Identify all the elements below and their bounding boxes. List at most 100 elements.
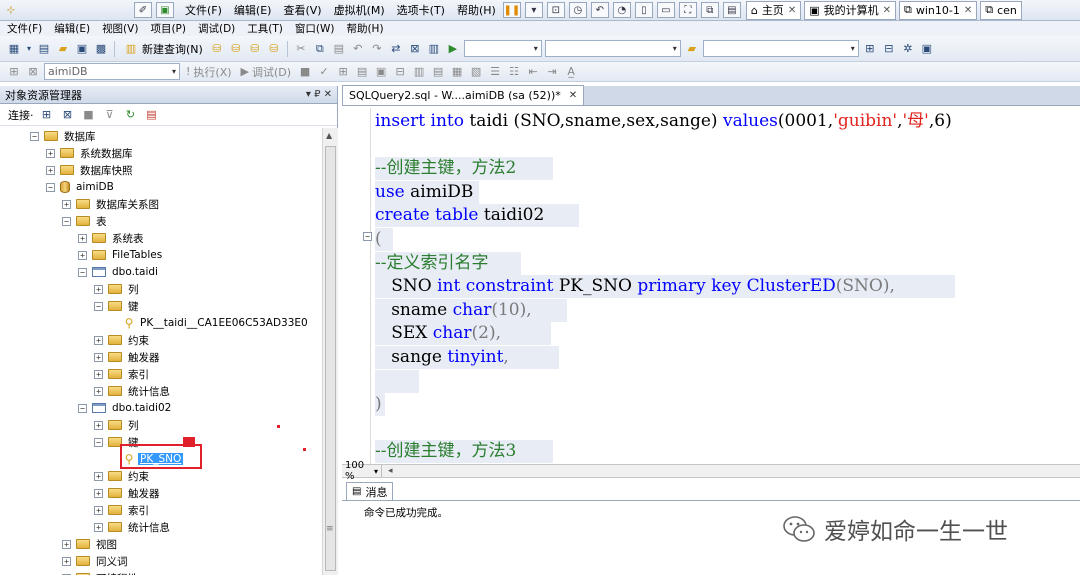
expand-icon[interactable]: + [94,505,103,515]
collapse-icon[interactable]: − [94,301,103,311]
object-explorer-icon[interactable]: ⊟ [881,41,897,57]
solution-platform-select[interactable]: ▾ [544,40,681,57]
zoom-select[interactable]: 100 % ▾ [342,460,382,482]
intellisense-icon[interactable]: ▣ [373,64,389,80]
menu-item[interactable]: 帮助(H) [341,22,388,36]
execute-button[interactable]: ! 执行(X) [183,64,235,80]
decrease-indent-icon[interactable]: ⇤ [525,64,541,80]
expand-icon[interactable]: + [62,199,71,209]
vm-tab-my-computer[interactable]: ▣ 我的计算机 ✕ [804,0,896,20]
tree-node[interactable]: + 触发器 [94,485,162,501]
connect-button[interactable]: 连接· [8,107,34,123]
tree-node[interactable]: + 系统数据库 [46,145,135,161]
increase-indent-icon[interactable]: ⇥ [544,64,560,80]
tab-messages[interactable]: ▤ 消息 [346,482,394,500]
expand-icon[interactable]: + [94,352,103,362]
results-grid-icon[interactable]: ▦ [449,64,465,80]
expand-icon[interactable]: + [78,233,87,243]
menu-item[interactable]: 编辑(E) [49,22,95,36]
save-icon[interactable]: ▣ [74,41,90,57]
uncomment-icon[interactable]: ☷ [506,64,522,80]
navigate-icon[interactable]: ⇄ [388,41,404,57]
disconnect-icon[interactable]: ⊠ [60,107,76,123]
connect-icon[interactable]: ⊞ [6,64,22,80]
vm-menu-item[interactable]: 虚拟机(M) [329,2,390,18]
tree-node[interactable]: +可编程性 [62,570,140,575]
options-icon[interactable]: ▣ [919,41,935,57]
tree-node[interactable]: + 索引 [94,502,151,518]
new-project-icon[interactable]: ▦ [6,41,22,57]
close-icon[interactable]: ✕ [964,5,972,16]
filter-icon[interactable]: ⊽ [102,107,118,123]
tree-node[interactable]: − 键 [94,298,141,314]
expand-icon[interactable]: + [78,250,87,260]
results-text-icon[interactable]: ▤ [430,64,446,80]
close-icon[interactable]: ✕ [569,90,577,101]
results-file-icon[interactable]: ▧ [468,64,484,80]
menu-item[interactable]: 视图(V) [97,22,143,36]
tree-node[interactable]: − dbo.taidi [78,264,160,280]
tree-node[interactable]: − aimiDB [46,179,116,195]
query-designer-icon[interactable]: ▤ [354,64,370,80]
expand-icon[interactable]: + [94,335,103,345]
close-icon[interactable]: ✕ [883,5,891,16]
close-icon[interactable]: ✕ [788,5,796,16]
vm-menu-item[interactable]: 选项卡(T) [392,2,450,18]
unity-icon[interactable]: ⧉ [700,2,719,18]
tree-node[interactable]: − 表 [62,213,109,229]
client-stats-icon[interactable]: ▥ [411,64,427,80]
paste-icon[interactable]: ▤ [331,41,347,57]
tree-node[interactable]: + 视图 [62,536,119,552]
expand-icon[interactable]: + [62,556,71,566]
expand-icon[interactable]: + [94,420,103,430]
revert-snapshot-icon[interactable]: ↶ [590,2,609,18]
analysis-query-icon[interactable]: ⛁ [228,41,244,57]
find-combo[interactable]: ▾ [702,40,859,57]
tree-node[interactable]: + 统计信息 [94,519,172,535]
pin-icon[interactable]: ✐ [134,2,152,18]
expand-icon[interactable]: + [94,488,103,498]
save-all-icon[interactable]: ▩ [93,41,109,57]
activity-monitor-icon[interactable]: ▤ [144,107,160,123]
collapse-icon[interactable]: − [78,403,87,413]
tree-node[interactable]: + 约束 [94,332,151,348]
parse-icon[interactable]: ✓ [316,64,332,80]
stop-icon[interactable]: ■ [297,64,313,80]
start-icon[interactable]: ▶ [445,41,461,57]
scrollbar-thumb[interactable] [325,146,336,571]
expand-icon[interactable]: + [94,522,103,532]
dropdown-icon[interactable]: ▾ [524,2,543,18]
add-item-icon[interactable]: ▤ [36,41,52,57]
vm-tab-cen[interactable]: ⧉ cen [980,0,1022,20]
expand-icon[interactable]: + [46,148,55,158]
manage-snapshot-icon[interactable]: ◔ [612,2,631,18]
vm-menu-item[interactable]: 查看(V) [278,2,326,18]
tree-node[interactable]: − 数据库 [30,128,98,144]
expand-icon[interactable]: + [94,471,103,481]
vm-menu-item[interactable]: 文件(F) [180,2,227,18]
find-in-files-icon[interactable]: ▰ [684,41,700,57]
dropdown-icon[interactable]: ▾ [25,41,33,57]
new-query-button[interactable]: ▥ 新建查询(N) [120,41,206,57]
tree-node[interactable]: − dbo.taidi02 [78,400,173,416]
collapse-icon[interactable]: − [30,131,39,141]
tab-sqlquery2[interactable]: SQLQuery2.sql - W....aimiDB (sa (52))* ✕ [342,85,585,105]
connect-engine-icon[interactable]: ⊞ [39,107,55,123]
network-icon[interactable]: ⊡ [546,2,565,18]
panel-controls[interactable]: ▾ ₽ ✕ [306,89,332,100]
tree-node[interactable]: + 列 [94,417,141,433]
display-plan-icon[interactable]: ⊞ [335,64,351,80]
include-plan-icon[interactable]: ⊟ [392,64,408,80]
vm-menu-item[interactable]: 帮助(H) [452,2,501,18]
library-icon[interactable]: ▤ [722,2,741,18]
copy-icon[interactable]: ⧉ [312,41,328,57]
menu-item[interactable]: 调试(D) [193,22,240,36]
undo-icon[interactable]: ↶ [350,41,366,57]
xmla-query-icon[interactable]: ⛁ [266,41,282,57]
tree-node[interactable]: + 触发器 [94,349,162,365]
tree-node[interactable]: + 索引 [94,366,151,382]
tree-node[interactable]: + 系统表 [78,230,146,246]
change-connection-icon[interactable]: ⊠ [25,64,41,80]
object-explorer-scrollbar[interactable]: ▲ ≡ [322,128,338,575]
cut-icon[interactable]: ✂ [293,41,309,57]
